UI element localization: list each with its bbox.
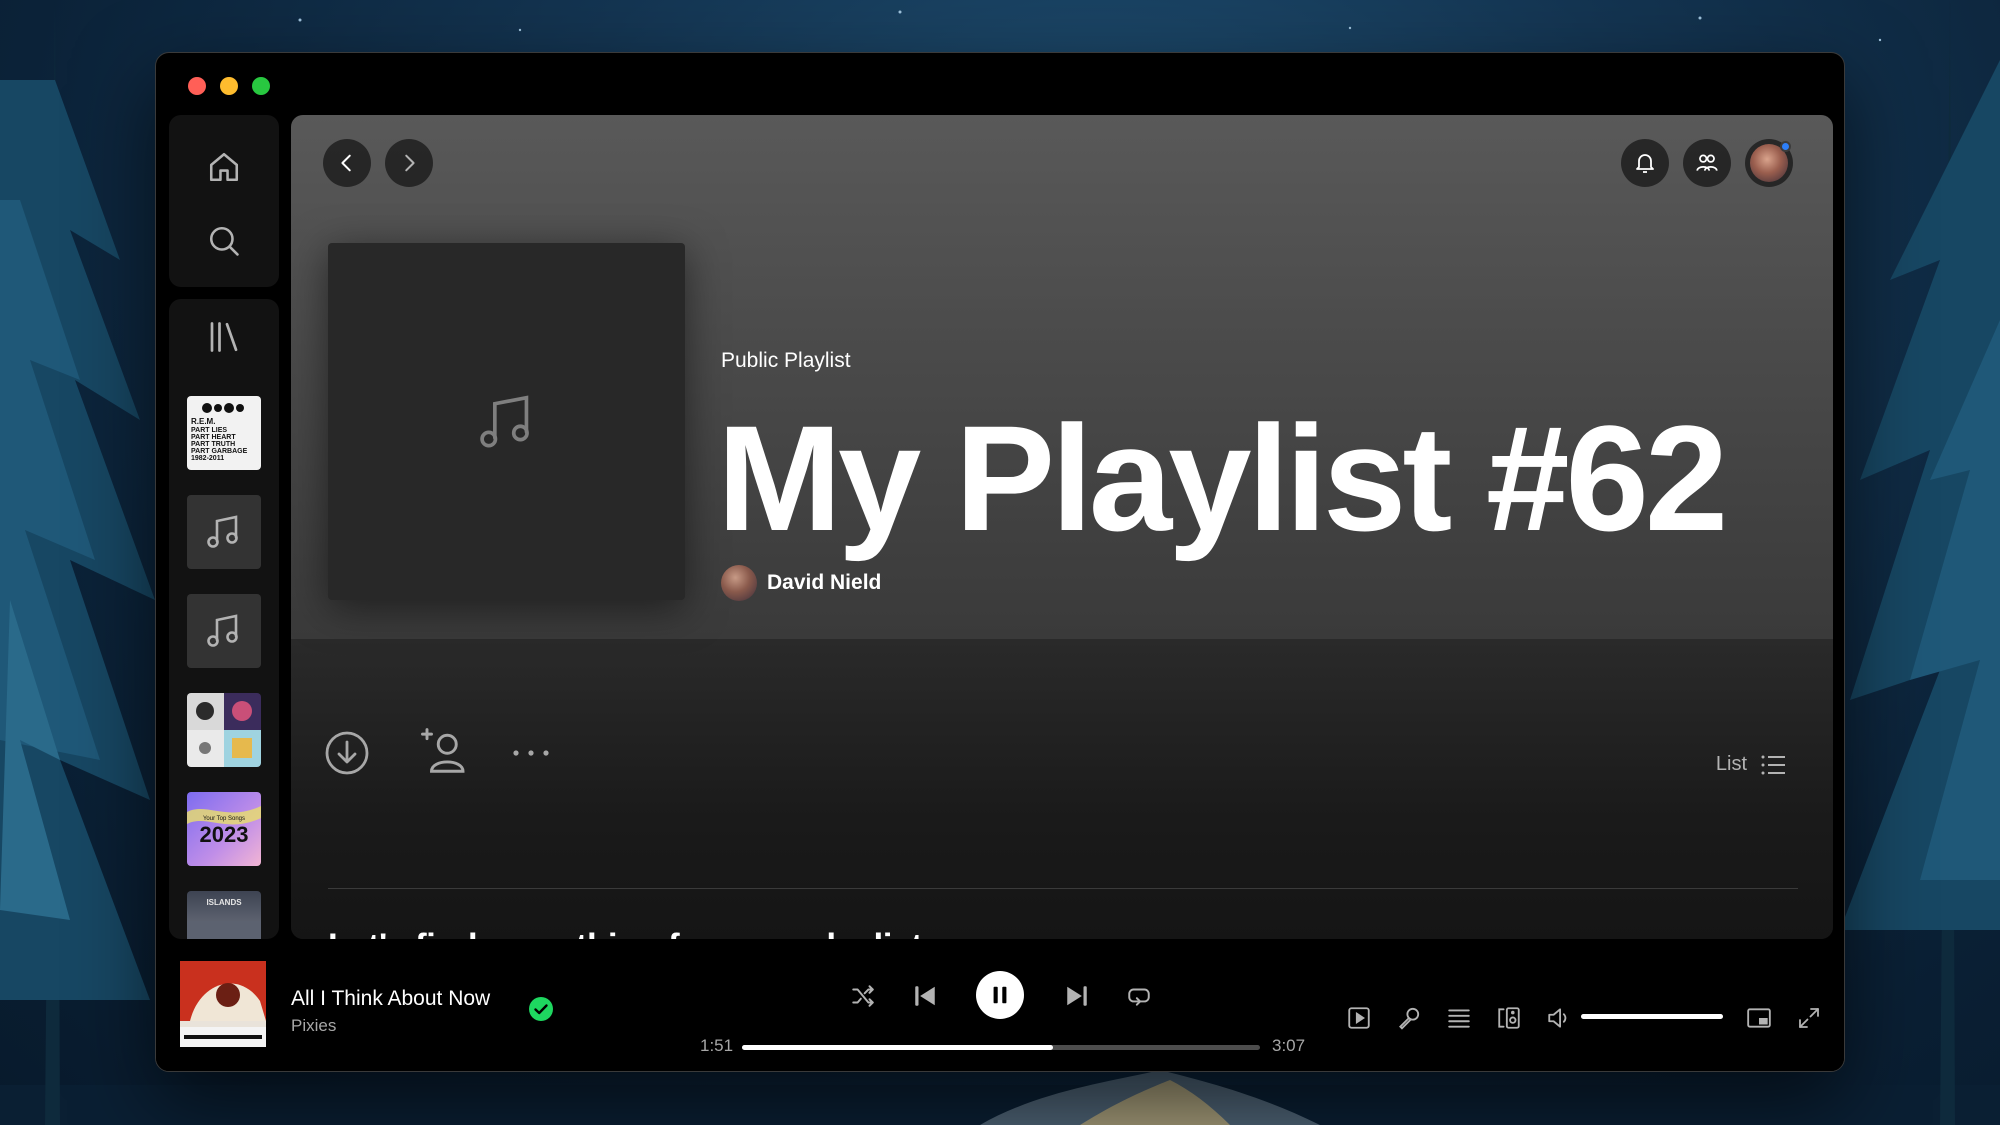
forward-button[interactable] — [385, 139, 433, 187]
user-profile-button[interactable] — [1745, 139, 1793, 187]
volume-icon — [1548, 1008, 1567, 1028]
music-note-icon — [479, 394, 529, 448]
shuffle-button[interactable] — [846, 979, 880, 1013]
window-controls — [188, 77, 270, 95]
album-text-line: 1982-2011 — [191, 455, 224, 462]
library-panel: R.E.M. PART LIES PART HEART PART TRUTH P… — [169, 299, 279, 939]
more-options-icon — [513, 750, 549, 756]
music-note-icon — [207, 515, 238, 548]
download-button[interactable] — [319, 725, 375, 781]
shuffle-icon — [852, 985, 874, 1007]
friend-activity-icon — [1696, 154, 1718, 171]
player-bar: All I Think About Now Pixies 1:51 3:07 — [156, 943, 1844, 1071]
main-view: Public Playlist My Playlist #62 David Ni… — [291, 115, 1833, 939]
album-text-line: R.E.M. — [191, 417, 215, 426]
notifications-button[interactable] — [1621, 139, 1669, 187]
pause-icon — [993, 986, 1007, 1004]
album-text-line: 2023 — [200, 822, 249, 847]
fullscreen-icon — [1799, 1008, 1819, 1028]
previous-button[interactable] — [908, 979, 942, 1013]
playlist-type-label: Public Playlist — [721, 349, 851, 372]
microphone-icon — [1399, 1007, 1420, 1030]
skip-next-icon — [1067, 986, 1087, 1006]
playlist-cover[interactable] — [328, 243, 685, 600]
library-icon[interactable] — [204, 317, 244, 357]
album-text-line: PART TRUTH — [191, 441, 235, 448]
miniplayer-icon — [1747, 1008, 1771, 1028]
close-window-button[interactable] — [188, 77, 206, 95]
spotify-window: R.E.M. PART LIES PART HEART PART TRUTH P… — [155, 52, 1845, 1072]
album-text-line: ISLANDS — [206, 898, 242, 907]
home-icon[interactable] — [204, 147, 244, 187]
section-divider — [328, 888, 1798, 889]
more-options-button[interactable] — [509, 739, 553, 767]
lyrics-button[interactable] — [1392, 1001, 1426, 1035]
library-item-collage[interactable] — [187, 693, 261, 767]
notification-dot — [1780, 141, 1791, 152]
album-text-line: PART GARBAGE — [191, 448, 248, 455]
library-item-playlist-1[interactable] — [187, 495, 261, 569]
library-item-top-songs-2023[interactable]: Your Top Songs 2023 — [187, 792, 261, 866]
chevron-right-icon — [405, 154, 415, 172]
owner-name[interactable]: David Nield — [767, 571, 881, 595]
miniplayer-button[interactable] — [1742, 1001, 1776, 1035]
next-button[interactable] — [1060, 979, 1094, 1013]
queue-button[interactable] — [1442, 1001, 1476, 1035]
now-playing-artist[interactable]: Pixies — [291, 1016, 336, 1036]
friend-activity-button[interactable] — [1683, 139, 1731, 187]
zoom-window-button[interactable] — [252, 77, 270, 95]
invite-collaborator-button[interactable] — [415, 721, 475, 781]
playback-progress-fill — [742, 1045, 1053, 1050]
pause-button[interactable] — [976, 971, 1024, 1019]
mute-button[interactable] — [1542, 1001, 1576, 1035]
connect-device-button[interactable] — [1492, 1001, 1526, 1035]
album-text-line: PART HEART — [191, 434, 236, 441]
library-item-rem-album[interactable]: R.E.M. PART LIES PART HEART PART TRUTH P… — [187, 396, 261, 470]
elapsed-time: 1:51 — [700, 1036, 734, 1055]
minimize-window-button[interactable] — [220, 77, 238, 95]
view-toggle-label: List — [1715, 753, 1747, 775]
repeat-button[interactable] — [1122, 979, 1156, 1013]
add-collaborator-icon — [421, 728, 465, 773]
repeat-icon — [1128, 988, 1150, 1006]
now-playing-cover[interactable] — [180, 961, 266, 1047]
check-circle-icon — [529, 997, 553, 1021]
fullscreen-button[interactable] — [1792, 1001, 1826, 1035]
connect-device-icon — [1498, 1007, 1520, 1029]
music-note-icon — [207, 614, 238, 647]
now-playing-view-button[interactable] — [1342, 1001, 1376, 1035]
recommendations-title: Let's find something for your playlist — [328, 927, 923, 939]
library-item-playlist-2[interactable] — [187, 594, 261, 668]
list-view-icon — [1761, 755, 1785, 774]
volume-slider[interactable] — [1581, 1014, 1723, 1019]
sidebar-nav — [169, 115, 279, 287]
download-icon — [325, 731, 369, 775]
pine-trees-left — [0, 0, 155, 1125]
back-button[interactable] — [323, 139, 371, 187]
now-playing-title[interactable]: All I Think About Now — [291, 987, 490, 1011]
pine-trees-right — [1840, 0, 2000, 1125]
album-text-line: PART LIES — [191, 427, 227, 434]
chevron-left-icon — [341, 154, 351, 172]
volume-slider-fill — [1581, 1014, 1723, 1019]
river-reflection — [980, 1070, 1320, 1125]
owner-avatar — [721, 565, 757, 601]
library-item-islands[interactable]: ISLANDS — [187, 891, 261, 939]
playlist-content — [291, 639, 1833, 939]
playlist-owner[interactable]: David Nield — [721, 565, 881, 601]
view-toggle[interactable]: List — [1716, 753, 1785, 776]
playlist-title[interactable]: My Playlist #62 — [717, 385, 1728, 573]
liked-button[interactable] — [528, 996, 554, 1027]
skip-previous-icon — [915, 986, 935, 1006]
track-duration: 3:07 — [1272, 1036, 1306, 1055]
search-icon[interactable] — [204, 221, 244, 261]
playback-progress-bar[interactable] — [742, 1045, 1260, 1050]
queue-icon — [1448, 1009, 1470, 1028]
now-playing-view-icon — [1348, 1007, 1370, 1029]
bell-icon — [1636, 154, 1654, 173]
